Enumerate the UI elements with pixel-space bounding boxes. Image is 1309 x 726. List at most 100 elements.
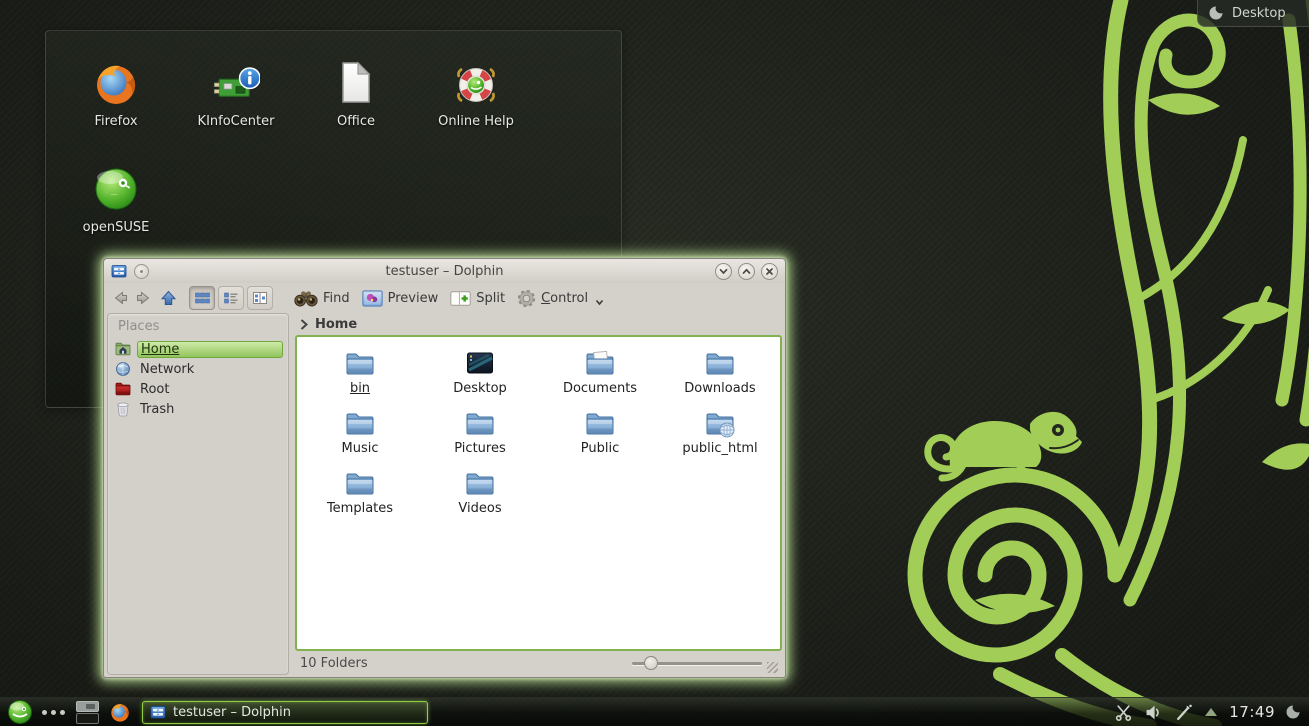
minimize-icon <box>718 266 729 277</box>
breadcrumb-location: Home <box>315 317 357 332</box>
place-label: Network <box>137 362 197 377</box>
split-view-icon <box>450 290 471 307</box>
minimize-button[interactable] <box>715 263 732 280</box>
folder-item-videos[interactable]: Videos <box>420 468 540 528</box>
breadcrumb[interactable]: Home <box>295 313 782 335</box>
folder-item-templates[interactable]: Templates <box>300 468 420 528</box>
close-button[interactable] <box>761 263 778 280</box>
folder-icon <box>344 348 376 380</box>
desktop-screen: Desktop Firefox KInfoCenter Office Online H… <box>0 0 1309 726</box>
folder-icon <box>464 468 496 500</box>
gear-icon <box>517 289 536 308</box>
folder-web-icon <box>704 408 736 440</box>
toolbar: Find Preview Split Control <box>104 283 785 313</box>
sidebar-item-network[interactable]: Network <box>108 359 288 379</box>
system-tray <box>1115 704 1217 721</box>
titlebar[interactable]: testuser – Dolphin <box>104 259 785 283</box>
desktop-icon-firefox[interactable]: Firefox <box>56 59 176 165</box>
folder-item-public-html[interactable]: public_html <box>660 408 780 468</box>
folder-icon <box>704 348 736 380</box>
split-label: Split <box>476 291 505 306</box>
view-columns-button[interactable] <box>247 286 273 310</box>
forward-button[interactable] <box>136 290 152 306</box>
place-label: Root <box>137 382 172 397</box>
statusbar: 10 Folders <box>295 651 782 675</box>
folder-item-desktop[interactable]: Desktop <box>420 348 540 408</box>
desktop-toolbox[interactable]: Desktop <box>1197 0 1309 27</box>
folder-item-music[interactable]: Music <box>300 408 420 468</box>
application-launcher-button[interactable] <box>7 699 33 725</box>
folder-icon <box>344 408 376 440</box>
klipper-scissors-icon[interactable] <box>1115 704 1132 721</box>
back-button[interactable] <box>112 290 128 306</box>
sidebar-item-home[interactable]: Home <box>108 339 288 359</box>
panel-dots-icon[interactable] <box>42 710 65 715</box>
places-header: Places <box>108 314 288 339</box>
view-icons-button[interactable] <box>189 286 215 310</box>
folder-label: Pictures <box>454 441 505 456</box>
clock[interactable]: 17:49 <box>1229 703 1275 721</box>
help-icon <box>452 59 500 107</box>
folder-item-pictures[interactable]: Pictures <box>420 408 540 468</box>
desktop-icon-office[interactable]: Office <box>296 59 416 165</box>
zoom-slider[interactable] <box>632 656 762 670</box>
places-panel: Places Home Network Root Trash <box>107 313 289 675</box>
details-view-icon <box>223 290 239 306</box>
toolbox-label: Desktop <box>1232 6 1286 21</box>
breadcrumb-chevron-icon <box>300 319 308 330</box>
panel-cashew-icon[interactable] <box>1285 704 1301 720</box>
volume-icon[interactable] <box>1145 704 1162 721</box>
binoculars-icon <box>294 290 318 307</box>
control-button[interactable]: Control <box>512 287 609 310</box>
zoom-slider-handle[interactable] <box>644 656 658 670</box>
folder-label: Videos <box>458 501 501 516</box>
find-button[interactable]: Find <box>289 288 355 309</box>
suse-icon <box>92 165 140 213</box>
tablet-pen-icon[interactable] <box>1175 704 1192 721</box>
firefox-icon <box>92 59 140 107</box>
desktop-icon-label: Office <box>337 114 375 129</box>
resize-grip[interactable] <box>767 662 778 673</box>
tray-expander-icon[interactable] <box>1205 708 1217 716</box>
sidebar-item-root[interactable]: Root <box>108 379 288 399</box>
folder-item-public[interactable]: Public <box>540 408 660 468</box>
folder-view[interactable]: bin Desktop Documents Downloads Music Picture… <box>295 335 782 651</box>
sidebar-item-trash[interactable]: Trash <box>108 399 288 419</box>
rootfolder-icon <box>115 381 131 397</box>
task-button-label: testuser – Dolphin <box>173 705 291 720</box>
folder-label: Desktop <box>453 381 507 396</box>
firefox-launcher-icon[interactable] <box>109 701 131 723</box>
chevron-down-icon <box>595 299 604 306</box>
desktop-icon-opensuse[interactable]: openSUSE <box>56 165 176 271</box>
preview-button[interactable]: Preview <box>357 288 444 309</box>
split-button[interactable]: Split <box>445 288 510 309</box>
folder-icon <box>464 408 496 440</box>
folder-item-bin[interactable]: bin <box>300 348 420 408</box>
folder-label: Documents <box>563 381 637 396</box>
folder-label: Public <box>581 441 619 456</box>
folder-item-documents[interactable]: Documents <box>540 348 660 408</box>
desktop-icon-online-help[interactable]: Online Help <box>416 59 536 165</box>
folder-item-downloads[interactable]: Downloads <box>660 348 780 408</box>
folder-label: Music <box>342 441 379 456</box>
pager-desktop-2[interactable] <box>76 713 99 724</box>
dolphin-task-icon <box>150 704 166 720</box>
desktop-icon-kinfocenter[interactable]: KInfoCenter <box>176 59 296 165</box>
close-icon <box>764 266 775 277</box>
virtual-desktop-pager[interactable] <box>76 701 99 724</box>
task-button-dolphin[interactable]: testuser – Dolphin <box>142 701 428 724</box>
folder-label: Templates <box>327 501 393 516</box>
desktop-icon-label: KInfoCenter <box>198 114 275 129</box>
pager-desktop-1[interactable] <box>76 701 99 712</box>
netglobe-icon <box>115 361 131 377</box>
up-button[interactable] <box>160 290 177 306</box>
desktop-icon-grid: Firefox KInfoCenter Office Online Help openS… <box>46 31 621 271</box>
view-details-button[interactable] <box>218 286 244 310</box>
office-icon <box>332 59 380 107</box>
control-label: Control <box>541 291 588 306</box>
folder-label: public_html <box>682 441 757 456</box>
maximize-button[interactable] <box>738 263 755 280</box>
preview-label: Preview <box>388 291 439 306</box>
folder-grid: bin Desktop Documents Downloads Music Picture… <box>297 337 780 528</box>
home-icon <box>115 341 131 357</box>
